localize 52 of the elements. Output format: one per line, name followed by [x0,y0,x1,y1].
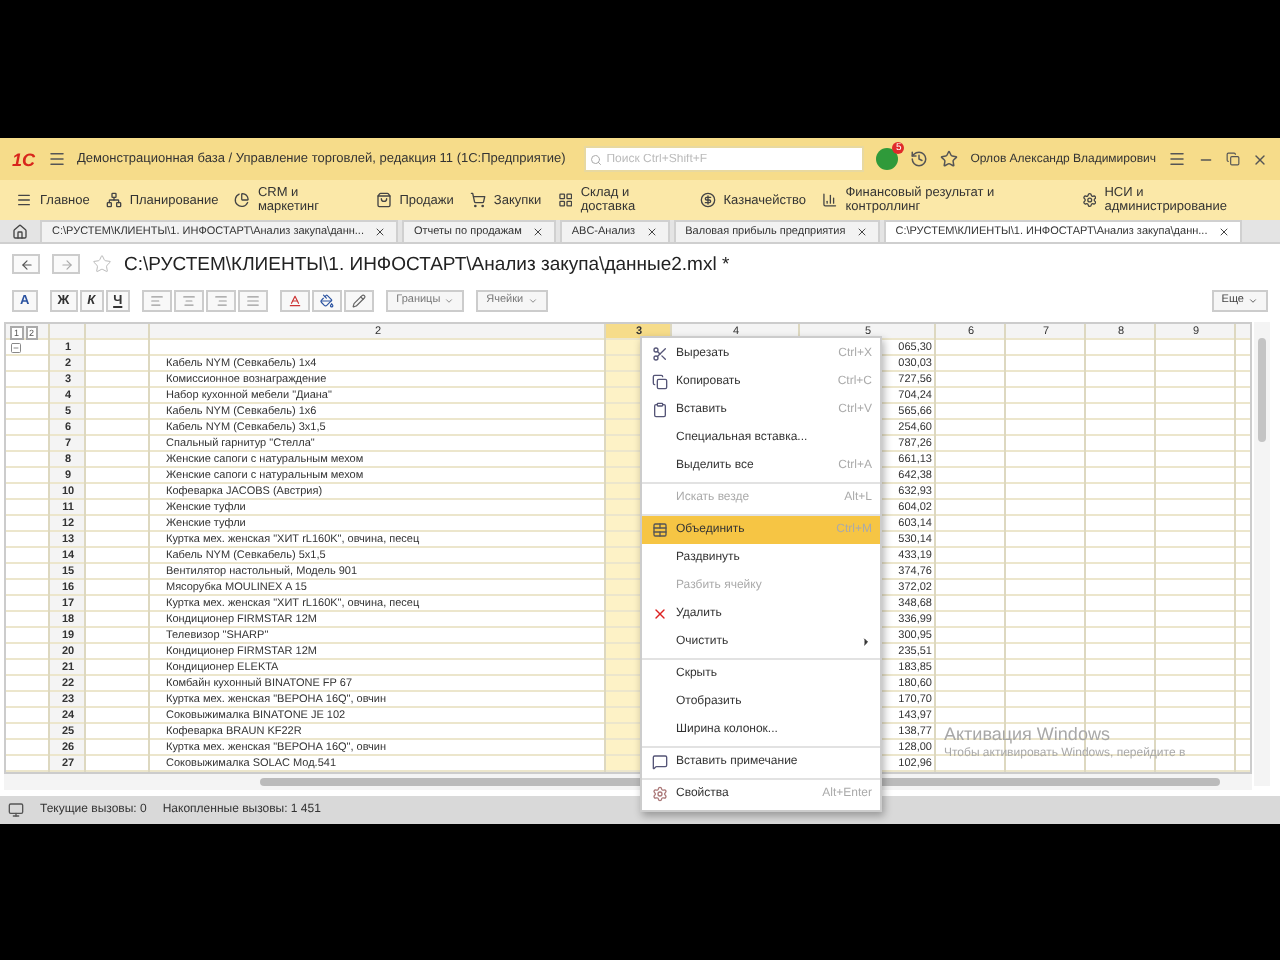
copy-icon [651,374,667,390]
search-icon [590,153,603,165]
clipboard-icon [651,402,667,418]
close-icon[interactable] [531,226,544,238]
align-justify-icon [246,293,261,307]
caret-icon [1248,295,1258,305]
cart-icon [469,192,486,208]
settings-icon [1081,192,1097,208]
menu-icon [16,192,32,208]
app-logo: 1С [12,149,36,169]
caret-icon [444,295,455,305]
home-icon[interactable] [12,223,28,239]
history-icon[interactable] [910,150,929,168]
close-icon[interactable] [855,226,868,238]
pie-chart-icon [234,192,250,208]
shopping-bag-icon [375,192,392,208]
scissors-icon [651,346,667,362]
document-title: C:\РУСТЕМ\КЛИЕНТЫ\1. ИНФОСТАРТ\Анализ закупа\данные2.mxl * [124,253,730,275]
collapse-icon[interactable] [10,342,22,354]
scrollbar-thumb[interactable] [1258,338,1266,442]
restore-icon[interactable] [1226,152,1240,166]
network-icon [105,192,122,208]
arrow-right-icon [59,257,73,271]
arrow-left-icon [19,257,33,271]
align-right-icon [214,293,229,307]
caret-icon [527,295,538,305]
text-color-button[interactable] [280,289,311,311]
submenu-icon [860,636,872,648]
monitor-icon [8,802,24,818]
settings-menu-icon[interactable] [1168,150,1186,168]
bar-chart-icon [822,192,838,208]
menu-icon[interactable] [47,150,66,168]
back-button[interactable] [12,254,40,274]
vertical-scrollbar[interactable] [1254,322,1270,786]
pencil-button[interactable] [344,289,375,311]
close-icon[interactable] [374,226,386,238]
align-center-icon [182,293,197,307]
close-icon[interactable] [645,226,658,238]
merge-cells-icon [651,522,667,538]
star-icon[interactable] [940,150,959,168]
close-icon[interactable] [1252,151,1268,167]
paint-bucket-icon [320,293,335,307]
delete-icon [651,606,667,622]
close-icon[interactable] [1217,226,1230,238]
fill-color-button[interactable] [312,289,343,311]
align-left-icon [150,293,165,307]
coin-icon [699,192,716,208]
pencil-icon [352,293,367,307]
text-color-icon [288,293,303,307]
settings-icon [651,786,667,802]
note-icon [651,754,667,770]
grid-icon [557,192,573,208]
